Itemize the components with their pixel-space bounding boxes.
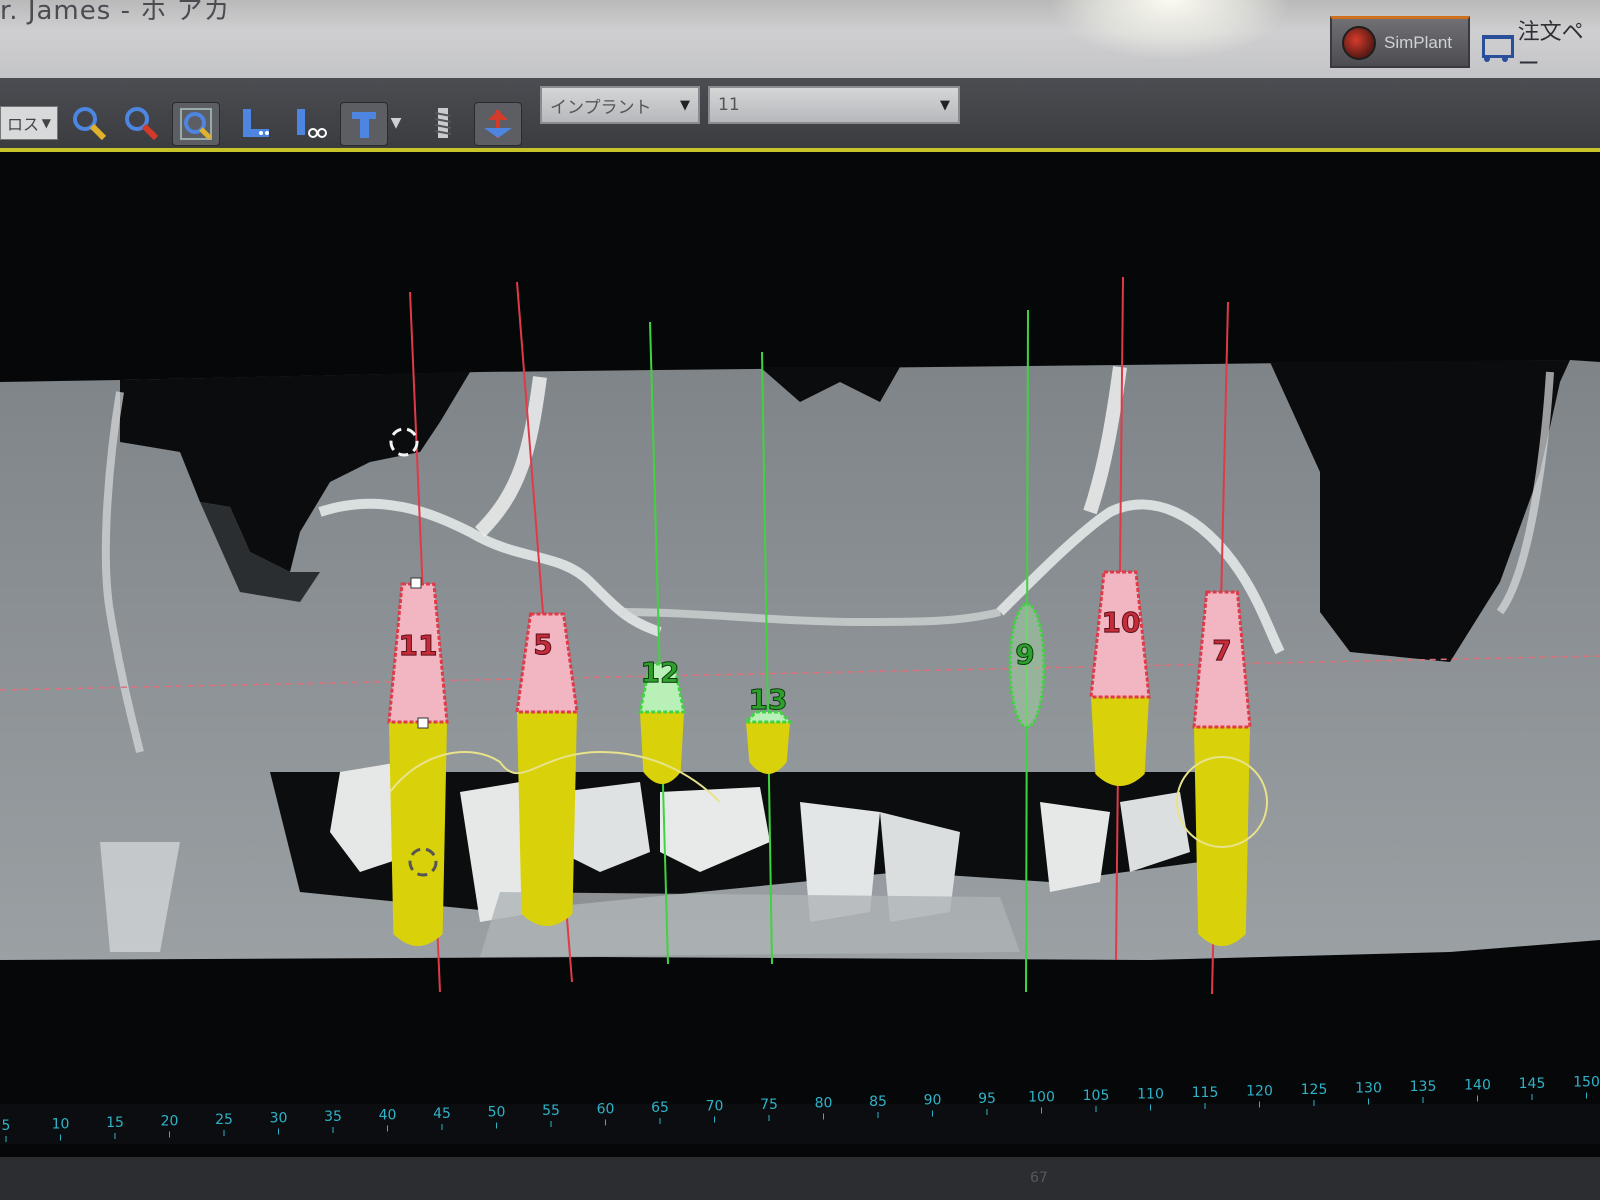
simplant-logo-icon — [1342, 25, 1376, 60]
implant-body — [640, 712, 684, 784]
ruler-tick-label: 10 — [52, 1117, 70, 1133]
ruler-tick-label: 150 — [1573, 1075, 1600, 1091]
screen-glare — [1050, 0, 1290, 60]
zoom-in-icon[interactable] — [66, 102, 112, 144]
ruler-tick-label: 135 — [1410, 1079, 1437, 1095]
implant-body — [517, 712, 577, 926]
implant-dropdown-icon[interactable]: ▼ — [386, 102, 406, 144]
implant-id-select-value: 11 — [718, 95, 740, 115]
ruler-tick-label: 85 — [869, 1094, 887, 1110]
ruler-tick-label: 125 — [1301, 1082, 1328, 1098]
ruler-tick-label: 70 — [706, 1099, 724, 1115]
type-select[interactable]: インプラント ▼ — [540, 86, 700, 124]
ruler-tick-label: 30 — [270, 1111, 288, 1127]
ruler-tick-label: 120 — [1246, 1084, 1273, 1100]
implant-label: 12 — [641, 656, 680, 689]
selection-handle — [410, 577, 422, 589]
ruler-track — [0, 1104, 1600, 1144]
ruler-tick-label: 115 — [1192, 1085, 1219, 1101]
implant-body — [1091, 697, 1149, 786]
implant-label: 11 — [399, 629, 438, 662]
nerve-edit-icon[interactable] — [286, 102, 332, 144]
flip-icon[interactable] — [474, 102, 522, 146]
ruler-tick-label: 35 — [324, 1109, 342, 1125]
ruler-tick-label: 105 — [1083, 1088, 1110, 1104]
chevron-down-icon: ▼ — [41, 116, 51, 130]
zoom-out-icon[interactable] — [118, 102, 164, 144]
simplant-label: SimPlant — [1384, 32, 1453, 52]
ruler-tick-label: 95 — [978, 1091, 996, 1107]
type-select-value: インプラント — [550, 97, 652, 118]
ruler-tick-label: 15 — [106, 1115, 124, 1131]
toolbar: ロス ▼ ▼ インプラント ▼ 11 ▼ — [0, 78, 1600, 152]
status-bar — [0, 1157, 1600, 1200]
zoom-fit-icon[interactable] — [172, 102, 220, 146]
chevron-down-icon: ▼ — [680, 97, 690, 113]
ruler-tick-label: 20 — [161, 1114, 179, 1130]
ruler-tick-label: 45 — [433, 1106, 451, 1122]
order-page-label: 注文ペー — [1517, 20, 1584, 77]
view-combo-value: ロス — [7, 115, 40, 134]
ruler-tick-label: 50 — [488, 1105, 506, 1121]
implant-label: 10 — [1102, 606, 1141, 639]
ruler-tick-label: 145 — [1519, 1076, 1546, 1092]
chevron-down-icon: ▼ — [940, 97, 950, 113]
implant-id-select[interactable]: 11 ▼ — [708, 86, 960, 124]
order-page-button[interactable]: 注文ペー — [1478, 20, 1600, 77]
view-combo[interactable]: ロス ▼ — [0, 106, 58, 140]
panoramic-canvas[interactable]: 11 512139107 5 10 15 20 25 30 35 40 45 50 55 60 65 70 7… — [0, 152, 1600, 1200]
implant-body — [1194, 727, 1250, 946]
ruler-tick-label: 5 — [2, 1118, 11, 1134]
nerve-icon[interactable] — [232, 102, 278, 144]
ruler-tick-label: 60 — [597, 1102, 615, 1118]
implant-label: 5 — [533, 628, 552, 661]
ruler-tick-label: 90 — [924, 1093, 942, 1109]
ruler-tick-label: 40 — [379, 1108, 397, 1124]
panoramic-viewer[interactable]: 11 5 12 13 9 10 7 5 10 15 20 25 30 35 40 45 50 55 60 65 70 7… — [0, 152, 1600, 1200]
ruler: 5 10 15 20 25 30 35 40 45 50 55 60 65 70 75 80 85 90 95 100… — [0, 1075, 1600, 1200]
selection-handle — [417, 717, 429, 729]
ruler-tick-label: 25 — [215, 1112, 233, 1128]
implant-label: 7 — [1212, 634, 1231, 667]
implant-label: 9 — [1015, 638, 1034, 671]
ruler-tick-label: 55 — [542, 1103, 560, 1119]
ruler-cursor-value: 67 — [1030, 1170, 1048, 1186]
ruler-tick-label: 75 — [760, 1097, 778, 1113]
ruler-tick-label: 80 — [815, 1096, 833, 1112]
ruler-tick-label: 110 — [1137, 1087, 1164, 1103]
ruler-tick-label: 130 — [1355, 1081, 1382, 1097]
title-bar: r. James - ホ アカ SimPlant 注文ペー — [0, 0, 1600, 78]
ruler-tick-label: 140 — [1464, 1078, 1491, 1094]
implant-icon[interactable] — [340, 102, 388, 146]
window-title: r. James - ホ アカ — [0, 0, 231, 26]
implant-label: 13 — [749, 683, 788, 716]
cart-icon — [1478, 29, 1514, 63]
screw-icon[interactable] — [420, 102, 466, 144]
simplant-button[interactable]: SimPlant — [1330, 16, 1470, 68]
ruler-tick-label: 65 — [651, 1100, 669, 1116]
restoration-7 — [1040, 802, 1110, 892]
ruler-tick-label: 100 — [1028, 1090, 1055, 1106]
